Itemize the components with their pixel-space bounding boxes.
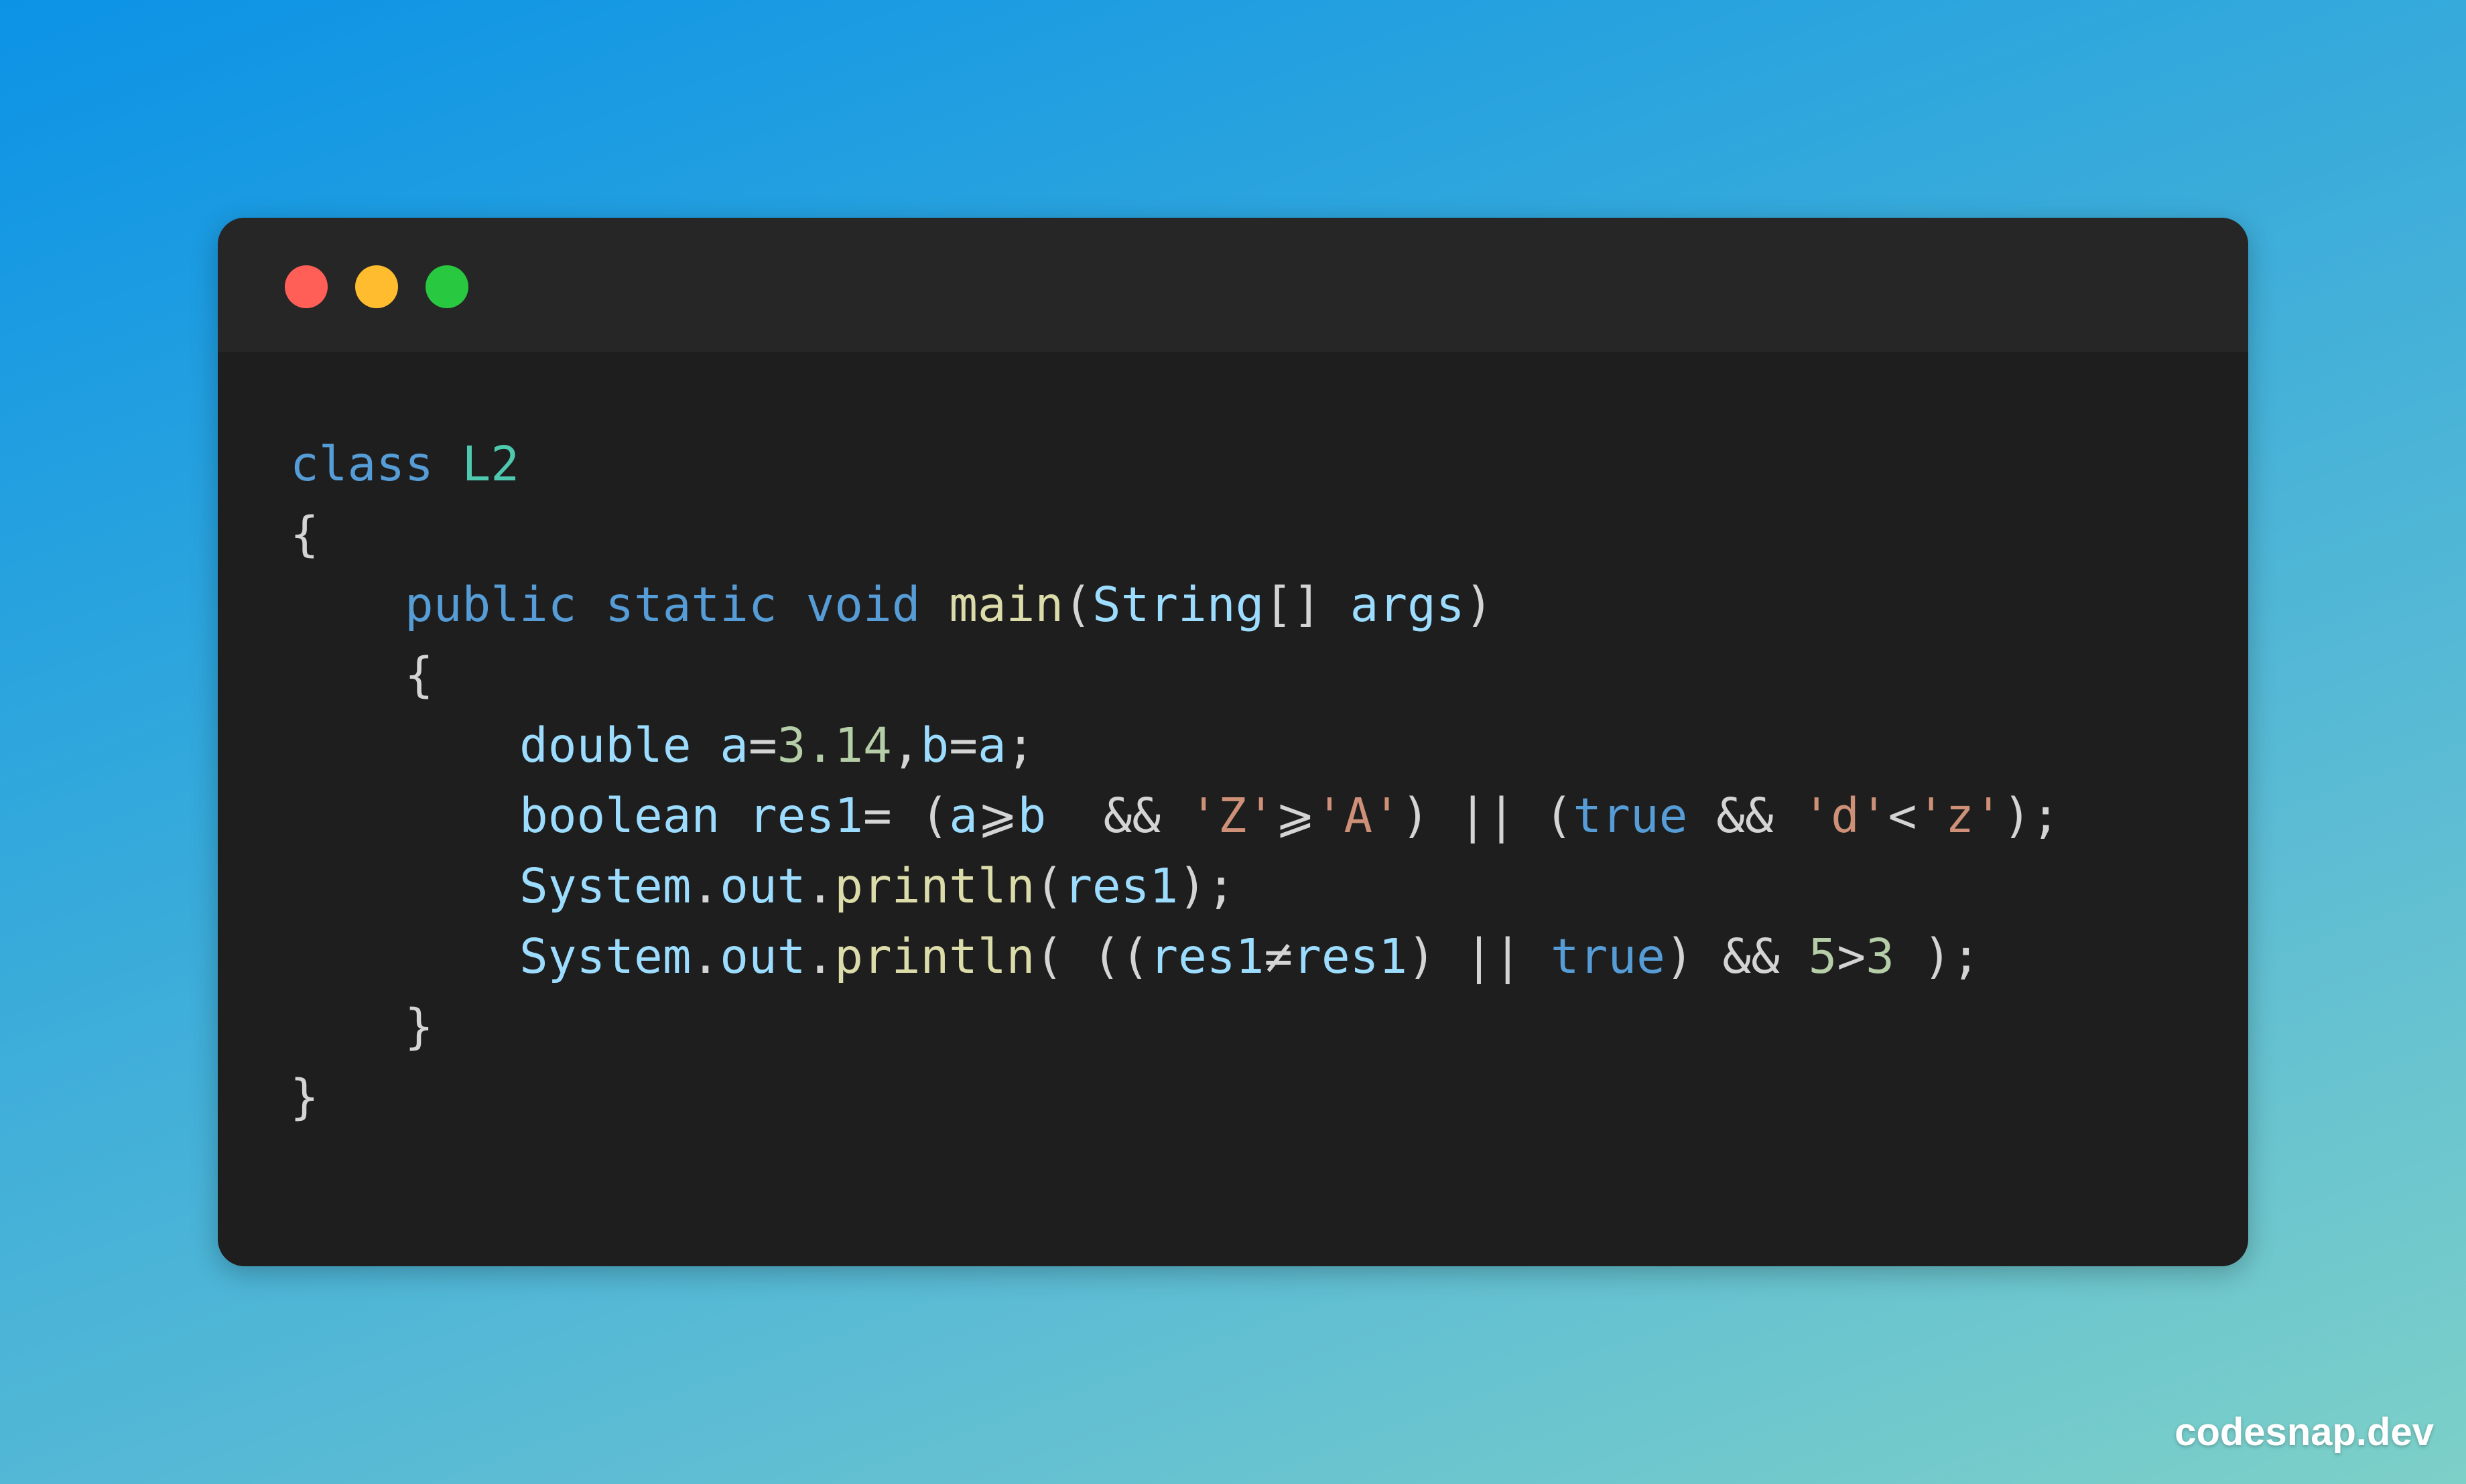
code-token: { — [290, 647, 434, 703]
code-token: && — [1687, 788, 1803, 844]
code-token: = — [949, 718, 978, 773]
code-token: ) || ( — [1401, 788, 1573, 844]
code-token: ≠ — [1264, 929, 1293, 984]
code-line: System.out.println( ((res1≠res1) || true… — [290, 921, 2060, 992]
code-token: out — [720, 858, 806, 914]
code-token: double — [519, 718, 692, 773]
code-block: class L2{ public static void main(String… — [290, 429, 2060, 1132]
code-line: System.out.println(res1); — [290, 851, 2060, 921]
code-token: ⩾ — [1275, 788, 1315, 844]
code-token: , — [891, 718, 921, 773]
code-line: class L2 — [290, 429, 2060, 499]
code-token: . — [805, 929, 835, 984]
code-token: ) — [1464, 577, 1494, 632]
code-token: . — [691, 929, 720, 984]
code-token: a — [977, 718, 1007, 773]
code-token: out — [720, 929, 806, 984]
code-line: { — [290, 499, 2060, 569]
code-token: { — [290, 507, 319, 562]
code-line: { — [290, 640, 2060, 710]
code-token: 'Z' — [1189, 788, 1276, 844]
code-token: ; — [1006, 718, 1035, 773]
code-token: ( (( — [1035, 929, 1150, 984]
code-token: res1 — [748, 788, 863, 844]
code-token: println — [834, 929, 1035, 984]
code-token: b — [1017, 788, 1047, 844]
code-token: . — [691, 858, 720, 914]
watermark-text: codesnap.dev — [2175, 1410, 2434, 1454]
code-line: public static void main(String[] args) — [290, 569, 2060, 640]
code-token: res1 — [1063, 858, 1179, 914]
code-token: a — [949, 788, 978, 844]
code-token: args — [1350, 577, 1465, 632]
code-token: ); — [1894, 929, 1981, 984]
code-token: a — [720, 718, 749, 773]
code-token: 3 — [1866, 929, 1894, 984]
code-token: ( — [1063, 577, 1092, 632]
code-token: ) && — [1665, 929, 1809, 984]
close-window-button[interactable] — [285, 265, 328, 308]
code-token: . — [805, 858, 835, 914]
code-token: } — [290, 999, 434, 1055]
code-token: 'd' — [1802, 788, 1888, 844]
code-token: println — [834, 858, 1035, 914]
code-token: static — [605, 577, 777, 632]
code-line: boolean res1= (a⩾b && 'Z'⩾'A') || (true … — [290, 781, 2060, 851]
code-token: 'A' — [1315, 788, 1401, 844]
window-titlebar — [218, 218, 2248, 352]
code-token: public — [404, 577, 577, 632]
code-token: res1 — [1149, 929, 1264, 984]
code-token: ) || — [1407, 929, 1551, 984]
code-token: main — [949, 577, 1064, 632]
code-token: && — [1046, 788, 1189, 844]
code-token: < — [1888, 788, 1917, 844]
minimize-window-button[interactable] — [355, 265, 398, 308]
code-token: 5 — [1808, 929, 1837, 984]
code-token: > — [1837, 929, 1866, 984]
code-token: ⩾ — [977, 788, 1018, 844]
code-line: } — [290, 1062, 2060, 1132]
code-token: 'z' — [1917, 788, 2003, 844]
code-token: String — [1092, 577, 1264, 632]
maximize-window-button[interactable] — [426, 265, 468, 308]
code-token: } — [290, 1069, 319, 1125]
code-token: = — [748, 718, 777, 773]
code-token: ( — [1035, 858, 1064, 914]
code-token: void — [805, 577, 921, 632]
code-token: System — [519, 858, 692, 914]
code-token: true — [1550, 929, 1665, 984]
code-token: true — [1573, 788, 1688, 844]
code-token: 3.14 — [777, 718, 892, 773]
code-token: L2 — [462, 436, 519, 492]
code-token: boolean — [519, 788, 720, 844]
code-token: [] — [1264, 577, 1350, 632]
code-token: res1 — [1293, 929, 1408, 984]
code-token: ); — [2002, 788, 2061, 844]
code-token: class — [290, 436, 462, 492]
code-token: b — [920, 718, 950, 773]
code-line: } — [290, 992, 2060, 1062]
code-token: = ( — [862, 788, 950, 844]
code-line: double a=3.14,b=a; — [290, 710, 2060, 781]
code-token: System — [519, 929, 692, 984]
code-token: ); — [1178, 858, 1236, 914]
